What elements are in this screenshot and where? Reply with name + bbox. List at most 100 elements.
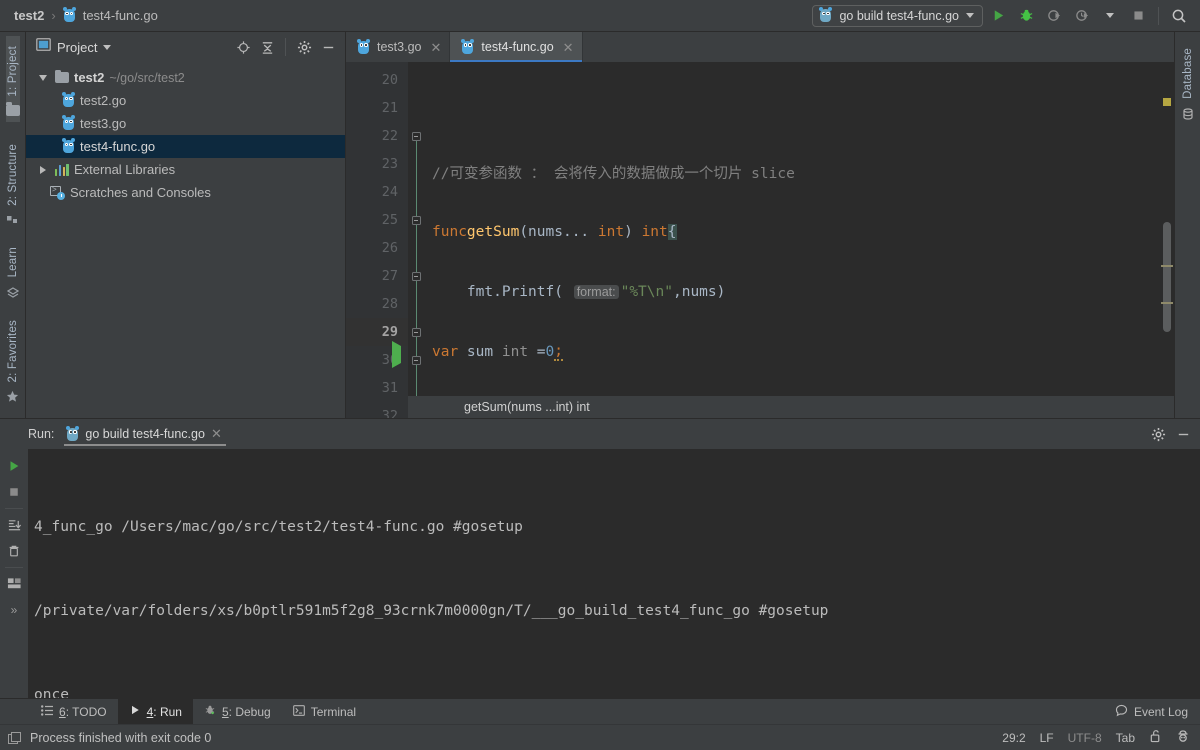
fold-row (408, 178, 424, 206)
code-folding-gutter[interactable] (392, 62, 424, 418)
file-encoding[interactable]: UTF-8 (1068, 731, 1102, 745)
close-icon[interactable]: ✕ (428, 41, 441, 54)
gear-icon[interactable] (293, 36, 315, 58)
toggle-toolbar-icon[interactable] (8, 731, 21, 744)
fold-row[interactable] (408, 318, 424, 346)
hector-icon[interactable] (1176, 729, 1190, 746)
toolbar-divider (1158, 6, 1159, 25)
chevron-down-icon[interactable] (103, 44, 112, 50)
tab-test4-func-go[interactable]: test4-func.go ✕ (450, 32, 583, 62)
fold-row[interactable] (408, 262, 424, 290)
tool-window-run-label: 4: Run (146, 704, 182, 719)
gear-icon[interactable] (1147, 423, 1169, 445)
profiler-dropdown-icon[interactable] (1097, 3, 1123, 29)
fold-collapse-icon[interactable] (411, 355, 421, 365)
fold-row[interactable] (408, 346, 424, 374)
tool-window-run[interactable]: 4: Run (117, 698, 193, 725)
tree-row-test2-go[interactable]: test2.go (26, 89, 345, 112)
code-text-area[interactable]: //可变参函数 ： 会将传入的数据做成一个切片 slice func getSu… (424, 62, 1160, 419)
tool-window-todo[interactable]: 6: TODO (30, 699, 118, 725)
fold-row (408, 150, 424, 178)
tree-row-test2[interactable]: test2 ~/go/src/test2 (26, 66, 345, 89)
run-with-coverage-button[interactable] (1041, 3, 1067, 29)
scroll-to-end-icon[interactable] (2, 512, 26, 538)
sidebar-item-learn-label: Learn (6, 247, 19, 278)
signature-label: getSum(nums ...int) int (464, 400, 590, 414)
go-file-icon (62, 92, 75, 108)
locate-icon[interactable] (232, 36, 254, 58)
sidebar-item-favorites[interactable]: 2: Favorites (6, 310, 19, 414)
status-bar: Process finished with exit code 0 29:2 L… (0, 724, 1200, 750)
run-configuration-selector[interactable]: go build test4-func.go (812, 4, 983, 27)
hide-panel-icon[interactable] (1172, 423, 1194, 445)
fold-row (408, 94, 424, 122)
editor-tabs: test3.go ✕ test4-func.go ✕ (346, 32, 1174, 62)
tree-label: test2 (74, 70, 105, 85)
fold-row (408, 66, 424, 94)
caret-position[interactable]: 29:2 (1002, 731, 1025, 745)
terminal-icon (292, 704, 305, 719)
close-icon[interactable]: ✕ (561, 41, 574, 54)
star-icon (6, 390, 19, 408)
tree-row-test3-go[interactable]: test3.go (26, 112, 345, 135)
lock-icon[interactable] (1149, 729, 1162, 746)
editor[interactable]: 20 21 22 23 24 25 26 27 28 29 30 31 32 3… (346, 62, 1174, 418)
console-output[interactable]: 4_func_go /Users/mac/go/src/test2/test4-… (28, 449, 1200, 698)
debug-button[interactable] (1013, 3, 1039, 29)
tree-row-test4-func-go[interactable]: test4-func.go (26, 135, 345, 158)
fold-end-icon[interactable] (411, 271, 421, 281)
close-icon[interactable]: ✕ (211, 426, 222, 442)
layout-icon[interactable] (2, 571, 26, 597)
rerun-icon[interactable] (2, 453, 26, 479)
indent-setting[interactable]: Tab (1116, 731, 1135, 745)
tool-window-debug[interactable]: 5: Debug (193, 699, 282, 725)
scratches-icon (50, 185, 65, 200)
tree-row-scratches[interactable]: Scratches and Consoles (26, 181, 345, 204)
fold-end-icon[interactable] (411, 327, 421, 337)
editor-column: test3.go ✕ test4-func.go ✕ 20 21 22 23 2… (346, 32, 1174, 418)
fold-row[interactable] (408, 206, 424, 234)
go-config-icon (66, 425, 80, 442)
editor-scrollbar[interactable] (1160, 62, 1174, 418)
event-log-button[interactable]: Event Log (1115, 704, 1200, 720)
code-line-21: //可变参函数 ： 会将传入的数据做成一个切片 slice (424, 158, 1160, 186)
stop-icon[interactable] (2, 479, 26, 505)
line-number: 22 (381, 128, 398, 144)
tree-row-external-libraries[interactable]: External Libraries (26, 158, 345, 181)
tab-test3-go[interactable]: test3.go ✕ (346, 32, 451, 62)
trash-icon[interactable] (2, 538, 26, 564)
run-panel-tab[interactable]: go build test4-func.go ✕ (64, 420, 227, 448)
expand-arrow-icon[interactable] (36, 74, 50, 81)
profiler-button[interactable] (1069, 3, 1095, 29)
fold-collapse-icon[interactable] (411, 215, 421, 225)
expand-arrow-icon[interactable] (36, 165, 50, 174)
warning-marker[interactable] (1163, 98, 1171, 106)
search-icon[interactable] (1166, 3, 1192, 29)
sidebar-item-project-label: 1: Project (6, 46, 19, 97)
stop-button[interactable] (1125, 3, 1151, 29)
project-panel-title: Project (57, 39, 98, 55)
sidebar-item-learn[interactable]: Learn (6, 237, 19, 309)
hide-panel-icon[interactable] (317, 36, 339, 58)
project-panel-header: Project (26, 32, 345, 62)
more-icon[interactable]: » (2, 597, 26, 623)
todo-icon (41, 704, 53, 719)
sidebar-item-project[interactable]: 1: Project (5, 36, 20, 122)
line-separator[interactable]: LF (1040, 731, 1054, 745)
run-gutter-icon[interactable] (392, 341, 401, 368)
top-toolbar: test2 › test4-func.go go build test4-fun… (0, 0, 1200, 32)
project-tree: test2 ~/go/src/test2 test2.go test3.go t… (26, 62, 345, 418)
run-panel-label: Run: (28, 427, 55, 441)
fold-collapse-icon[interactable] (411, 131, 421, 141)
fold-row[interactable] (408, 122, 424, 150)
breadcrumb-project[interactable]: test2 (14, 8, 44, 23)
sidebar-item-database[interactable]: Database (1182, 38, 1194, 131)
collapse-all-icon[interactable] (256, 36, 278, 58)
tool-window-terminal[interactable]: Terminal (282, 699, 367, 725)
run-tool-window: Run: go build test4-func.go ✕ » 4_func_g… (0, 418, 1200, 698)
scrollbar-thumb[interactable] (1163, 222, 1171, 332)
sidebar-item-structure[interactable]: 2: Structure (6, 134, 19, 238)
breadcrumb-file[interactable]: test4-func.go (83, 8, 158, 23)
run-button[interactable] (985, 3, 1011, 29)
event-log-label: Event Log (1133, 704, 1188, 719)
